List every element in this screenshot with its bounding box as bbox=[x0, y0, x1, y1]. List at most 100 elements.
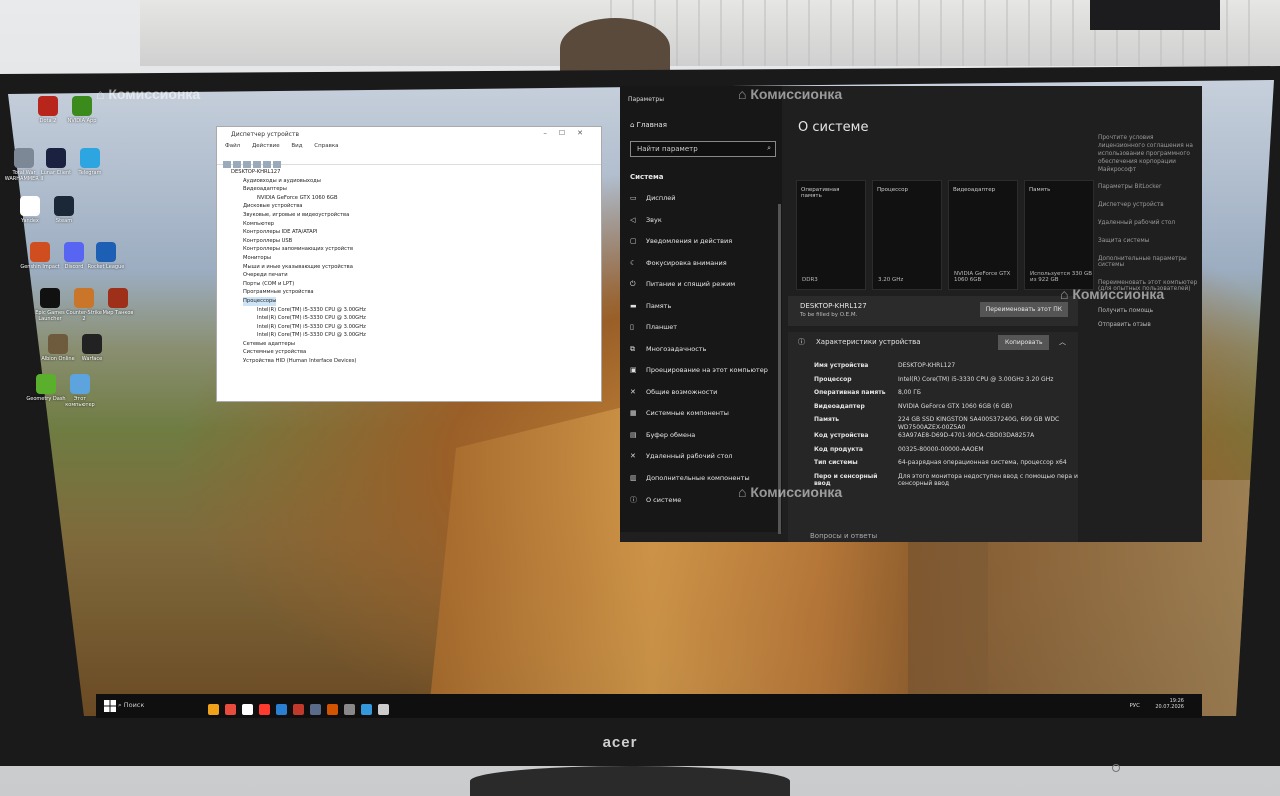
clipboard-icon: ▤ bbox=[630, 430, 637, 439]
menu-action[interactable]: Действие bbox=[252, 143, 280, 149]
tree-category[interactable]: Устройства HID (Human Interface Devices) bbox=[231, 357, 601, 366]
taskbar-app-icon[interactable] bbox=[276, 704, 287, 715]
tree-category[interactable]: Мониторы bbox=[231, 254, 601, 263]
taskbar-app-icon[interactable] bbox=[310, 704, 321, 715]
nav-item[interactable]: ▦ Системные компоненты bbox=[620, 404, 782, 426]
device-tree[interactable]: DESKTOP-KHRL127 Аудиовходы и аудиовыходы… bbox=[217, 165, 601, 366]
desktop-icon[interactable]: Этот компьютер bbox=[60, 374, 100, 408]
spec-row: Тип системы 64-разрядная операционная сис… bbox=[814, 459, 1078, 472]
window-controls[interactable]: –☐✕ bbox=[543, 129, 595, 137]
taskbar-app-icon[interactable] bbox=[225, 704, 236, 715]
device-manager-window[interactable]: Диспетчер устройств –☐✕ Файл Действие Ви… bbox=[216, 126, 602, 402]
settings-search-input[interactable]: Найти параметр ⌕ bbox=[630, 141, 776, 157]
nav-item[interactable]: ▭ Дисплей bbox=[620, 189, 782, 211]
taskbar-app-icon[interactable] bbox=[327, 704, 338, 715]
related-link[interactable]: Дополнительные параметры системы bbox=[1098, 256, 1202, 268]
tree-category[interactable]: Компьютер bbox=[231, 220, 601, 229]
tree-device[interactable]: Intel(R) Core(TM) i5-3330 CPU @ 3.00GHz bbox=[231, 331, 601, 340]
multitasking-icon: ⧉ bbox=[630, 344, 635, 353]
tree-category[interactable]: Контроллеры IDE ATA/ATAPI bbox=[231, 228, 601, 237]
related-link[interactable]: Диспетчер устройств bbox=[1098, 202, 1202, 208]
tree-category[interactable]: Сетевые адаптеры bbox=[231, 340, 601, 349]
clock[interactable]: 19:26 20.07.2026 bbox=[1155, 698, 1184, 710]
nav-item[interactable]: ▯ Планшет bbox=[620, 318, 782, 340]
power-button-icon[interactable] bbox=[1112, 764, 1120, 772]
nav-item[interactable]: ☾ Фокусировка внимания bbox=[620, 254, 782, 276]
settings-window[interactable]: Параметры ⌂ Главная Найти параметр ⌕ Сис… bbox=[620, 86, 1202, 542]
spec-row: Видеоадаптер NVIDIA GeForce GTX 1060 6GB … bbox=[814, 403, 1078, 416]
taskbar-app-icon[interactable] bbox=[378, 704, 389, 715]
tree-category[interactable]: Системные устройства bbox=[231, 348, 601, 357]
tree-device[interactable]: Intel(R) Core(TM) i5-3330 CPU @ 3.00GHz bbox=[231, 306, 601, 315]
tree-device[interactable]: Intel(R) Core(TM) i5-3330 CPU @ 3.00GHz bbox=[231, 323, 601, 332]
tree-category[interactable]: Звуковые, игровые и видеоустройства bbox=[231, 211, 601, 220]
nav-item[interactable]: ✕ Общие возможности bbox=[620, 383, 782, 405]
windows-start-icon[interactable] bbox=[104, 700, 116, 712]
tree-device[interactable]: Intel(R) Core(TM) i5-3330 CPU @ 3.00GHz bbox=[231, 314, 601, 323]
nav-item[interactable]: ✕ Удаленный рабочий стол bbox=[620, 447, 782, 469]
tree-item-label: Intel(R) Core(TM) i5-3330 CPU @ 3.00GHz bbox=[257, 306, 366, 313]
nav-item[interactable]: ▢ Уведомления и действия bbox=[620, 232, 782, 254]
help-action[interactable]: Получить помощь bbox=[1098, 308, 1202, 314]
taskbar-app-icon[interactable] bbox=[259, 704, 270, 715]
tree-category[interactable]: Аудиовходы и аудиовыходы bbox=[231, 177, 601, 186]
search-icon[interactable]: ⌕ bbox=[767, 144, 771, 153]
help-action[interactable]: Отправить отзыв bbox=[1098, 322, 1202, 328]
menu-file[interactable]: Файл bbox=[225, 143, 240, 149]
tree-category[interactable]: Контроллеры запоминающих устройств bbox=[231, 245, 601, 254]
back-icon[interactable] bbox=[223, 161, 231, 168]
spec-key: Память bbox=[814, 416, 840, 423]
desktop-icon-label: Counter-Strike 2 bbox=[66, 310, 102, 322]
device-manager-titlebar[interactable]: Диспетчер устройств –☐✕ bbox=[217, 127, 601, 143]
help-icon[interactable] bbox=[253, 161, 261, 168]
chevron-up-icon[interactable]: ︿ bbox=[1059, 337, 1066, 347]
faq-heading[interactable]: Вопросы и ответы bbox=[810, 532, 877, 540]
taskbar-app-icon[interactable] bbox=[344, 704, 355, 715]
forward-icon[interactable] bbox=[233, 161, 241, 168]
taskbar-app-icon[interactable] bbox=[361, 704, 372, 715]
nav-item[interactable]: ▣ Проецирование на этот компьютер bbox=[620, 361, 782, 383]
input-language[interactable]: РУС bbox=[1129, 703, 1140, 709]
spec-value: Intel(R) Core(TM) i5-3330 CPU @ 3.00GHz … bbox=[898, 375, 1054, 383]
nav-item[interactable]: ⏻ Питание и спящий режим bbox=[620, 275, 782, 297]
taskbar-app-icon[interactable] bbox=[242, 704, 253, 715]
app-icon bbox=[20, 196, 40, 216]
tree-item-label: Процессоры bbox=[243, 296, 277, 306]
nav-item[interactable]: ▤ Буфер обмена bbox=[620, 426, 782, 448]
related-link[interactable]: Защита системы bbox=[1098, 238, 1202, 244]
desktop-icon[interactable]: Rocket League bbox=[86, 242, 126, 270]
desktop-icon[interactable]: Steam bbox=[44, 196, 84, 224]
nav-item[interactable]: ⧉ Многозадачность bbox=[620, 340, 782, 362]
related-link[interactable]: Удаленный рабочий стол bbox=[1098, 220, 1202, 226]
home-link[interactable]: ⌂ Главная bbox=[620, 103, 782, 129]
tree-category[interactable]: Очереди печати bbox=[231, 271, 601, 280]
properties-icon[interactable] bbox=[243, 161, 251, 168]
tree-item-label: Сетевые адаптеры bbox=[243, 340, 295, 347]
tree-category[interactable]: Дисковые устройства bbox=[231, 202, 601, 211]
tree-category[interactable]: Видеоадаптеры bbox=[231, 185, 601, 194]
desktop-icon[interactable]: Warface bbox=[72, 334, 112, 362]
home-label: Главная bbox=[636, 121, 667, 129]
taskbar-app-icon[interactable] bbox=[208, 704, 219, 715]
rename-pc-button[interactable]: Переименовать этот ПК bbox=[979, 302, 1068, 317]
tree-category[interactable]: Мыши и иные указывающие устройства bbox=[231, 263, 601, 272]
menu-view[interactable]: Вид bbox=[291, 143, 302, 149]
related-link[interactable]: Параметры BitLocker bbox=[1098, 184, 1202, 190]
taskbar-search[interactable]: ⌕ Поиск bbox=[118, 701, 144, 710]
tree-root[interactable]: DESKTOP-KHRL127 bbox=[231, 168, 601, 177]
desktop-icon[interactable]: Telegram bbox=[70, 148, 110, 176]
nav-item[interactable]: ▬ Память bbox=[620, 297, 782, 319]
scan-icon[interactable] bbox=[263, 161, 271, 168]
related-links: Параметры BitLocker Диспетчер устройств Уд… bbox=[1098, 184, 1202, 292]
monitor-icon[interactable] bbox=[273, 161, 281, 168]
device-specs-header[interactable]: ⓘ Характеристики устройства Копировать ︿ bbox=[788, 332, 1078, 352]
license-notice[interactable]: Прочтите условия лицензионного соглашени… bbox=[1098, 134, 1202, 174]
menu-help[interactable]: Справка bbox=[314, 143, 338, 149]
spec-key: Оперативная память bbox=[814, 389, 886, 396]
tree-device[interactable]: NVIDIA GeForce GTX 1060 6GB bbox=[231, 194, 601, 203]
copy-button[interactable]: Копировать bbox=[998, 335, 1050, 350]
desktop-icon[interactable]: Мир Танков bbox=[98, 288, 138, 316]
taskbar-app-icon[interactable] bbox=[293, 704, 304, 715]
tree-category[interactable]: Контроллеры USB bbox=[231, 237, 601, 246]
nav-item[interactable]: ◁ Звук bbox=[620, 211, 782, 233]
